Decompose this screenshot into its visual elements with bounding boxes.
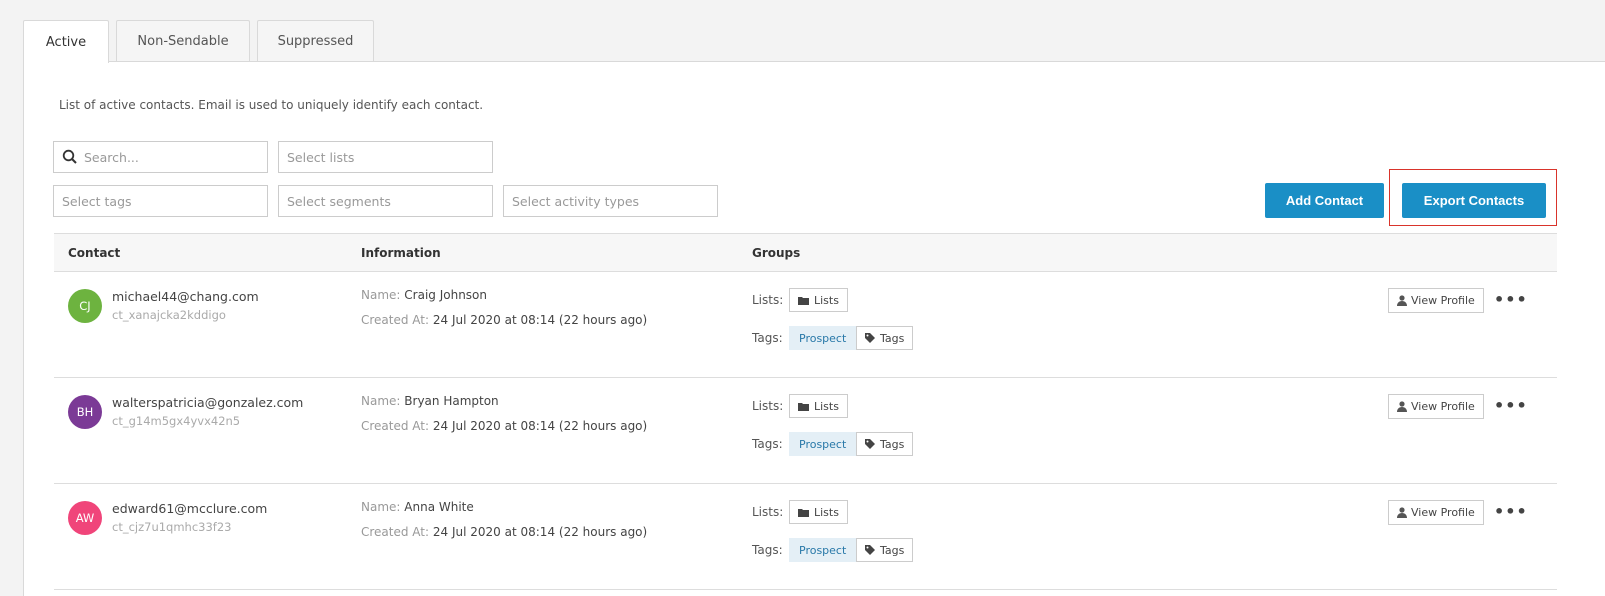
avatar: CJ — [68, 289, 102, 323]
tag-icon — [865, 439, 875, 449]
select-tags-placeholder: Select tags — [62, 193, 132, 209]
created-label: Created At: — [361, 313, 430, 327]
contact-id: ct_xanajcka2kddigo — [112, 308, 226, 322]
header-groups: Groups — [752, 246, 801, 260]
table-header: Contact Information Groups — [54, 233, 1557, 272]
folder-icon — [798, 508, 809, 517]
name-label: Name: — [361, 288, 401, 302]
lists-button[interactable]: Lists — [789, 394, 848, 418]
add-contact-button[interactable]: Add Contact — [1265, 183, 1384, 218]
tags-button[interactable]: Tags — [856, 432, 914, 456]
created-value: 24 Jul 2020 at 08:14 (22 hours ago) — [432, 525, 648, 539]
lists-button[interactable]: Lists — [789, 500, 848, 524]
view-profile-label: View Profile — [1411, 506, 1475, 519]
name-label: Name: — [361, 500, 401, 514]
select-lists[interactable]: Select lists — [278, 141, 493, 173]
name-value: Craig Johnson — [404, 288, 488, 302]
table-row: BH walterspatricia@gonzalez.com ct_g14m5… — [54, 378, 1557, 484]
table-row: CJ michael44@chang.com ct_xanajcka2kddig… — [54, 272, 1557, 378]
tab-non-sendable[interactable]: Non-Sendable — [116, 20, 250, 62]
info-name: Name: Anna White — [361, 500, 474, 514]
lists-button-label: Lists — [814, 399, 839, 413]
header-information: Information — [361, 246, 441, 260]
created-label: Created At: — [361, 525, 430, 539]
folder-icon — [798, 296, 809, 305]
page-description: List of active contacts. Email is used t… — [59, 98, 484, 112]
view-profile-button[interactable]: View Profile — [1388, 394, 1484, 419]
info-created: Created At: 24 Jul 2020 at 08:14 (22 hou… — [361, 313, 647, 327]
header-contact: Contact — [68, 246, 121, 260]
select-activity-placeholder: Select activity types — [512, 193, 640, 209]
tag-icon — [865, 545, 875, 555]
lists-button-label: Lists — [814, 293, 839, 307]
lists-label: Lists: — [752, 505, 784, 519]
tab-suppressed[interactable]: Suppressed — [257, 20, 374, 62]
user-icon — [1397, 401, 1407, 412]
name-value: Bryan Hampton — [404, 394, 499, 408]
contact-email[interactable]: walterspatricia@gonzalez.com — [112, 395, 303, 410]
lists-label: Lists: — [752, 399, 784, 413]
info-created: Created At: 24 Jul 2020 at 08:14 (22 hou… — [361, 419, 647, 433]
contacts-panel: List of active contacts. Email is used t… — [23, 61, 1605, 596]
export-highlight-box — [1389, 169, 1557, 226]
created-label: Created At: — [361, 419, 430, 433]
user-icon — [1397, 295, 1407, 306]
avatar: BH — [68, 395, 102, 429]
contact-id: ct_g14m5gx4yvx42n5 — [112, 414, 241, 428]
select-segments-placeholder: Select segments — [287, 193, 391, 209]
select-segments[interactable]: Select segments — [278, 185, 493, 217]
view-profile-label: View Profile — [1411, 400, 1475, 413]
tags-label: Tags: — [752, 437, 783, 451]
select-tags[interactable]: Select tags — [53, 185, 268, 217]
tags-button-label: Tags — [880, 437, 905, 451]
tag-icon — [865, 333, 875, 343]
created-value: 24 Jul 2020 at 08:14 (22 hours ago) — [432, 419, 648, 433]
avatar: AW — [68, 501, 102, 535]
lists-button[interactable]: Lists — [789, 288, 848, 312]
info-name: Name: Bryan Hampton — [361, 394, 499, 408]
contact-tabs: Active Non-Sendable Suppressed — [23, 20, 381, 63]
select-activity-types[interactable]: Select activity types — [503, 185, 718, 217]
tag-badge: Prospect — [789, 538, 857, 562]
view-profile-label: View Profile — [1411, 294, 1475, 307]
tag-badge: Prospect — [789, 326, 857, 350]
tags-button-label: Tags — [880, 331, 905, 345]
search-placeholder: Search... — [84, 149, 139, 165]
view-profile-button[interactable]: View Profile — [1388, 288, 1484, 313]
lists-label: Lists: — [752, 293, 784, 307]
select-lists-placeholder: Select lists — [287, 149, 355, 165]
search-icon — [62, 149, 77, 164]
lists-button-label: Lists — [814, 505, 839, 519]
created-value: 24 Jul 2020 at 08:14 (22 hours ago) — [432, 313, 648, 327]
name-label: Name: — [361, 394, 401, 408]
tags-button-label: Tags — [880, 543, 905, 557]
contact-id: ct_cjz7u1qmhc33f23 — [112, 520, 232, 534]
more-options-icon[interactable]: ••• — [1494, 290, 1528, 309]
contact-email[interactable]: edward61@mcclure.com — [112, 501, 267, 516]
name-value: Anna White — [404, 500, 474, 514]
search-input[interactable]: Search... — [53, 141, 268, 173]
view-profile-button[interactable]: View Profile — [1388, 500, 1484, 525]
tags-label: Tags: — [752, 543, 783, 557]
info-created: Created At: 24 Jul 2020 at 08:14 (22 hou… — [361, 525, 647, 539]
tab-active[interactable]: Active — [23, 20, 109, 63]
contact-email[interactable]: michael44@chang.com — [112, 289, 259, 304]
user-icon — [1397, 507, 1407, 518]
tags-button[interactable]: Tags — [856, 326, 914, 350]
folder-icon — [798, 402, 809, 411]
more-options-icon[interactable]: ••• — [1494, 396, 1528, 415]
tags-button[interactable]: Tags — [856, 538, 914, 562]
tag-badge: Prospect — [789, 432, 857, 456]
table-row: AW edward61@mcclure.com ct_cjz7u1qmhc33f… — [54, 484, 1557, 590]
info-name: Name: Craig Johnson — [361, 288, 487, 302]
tags-label: Tags: — [752, 331, 783, 345]
more-options-icon[interactable]: ••• — [1494, 502, 1528, 521]
